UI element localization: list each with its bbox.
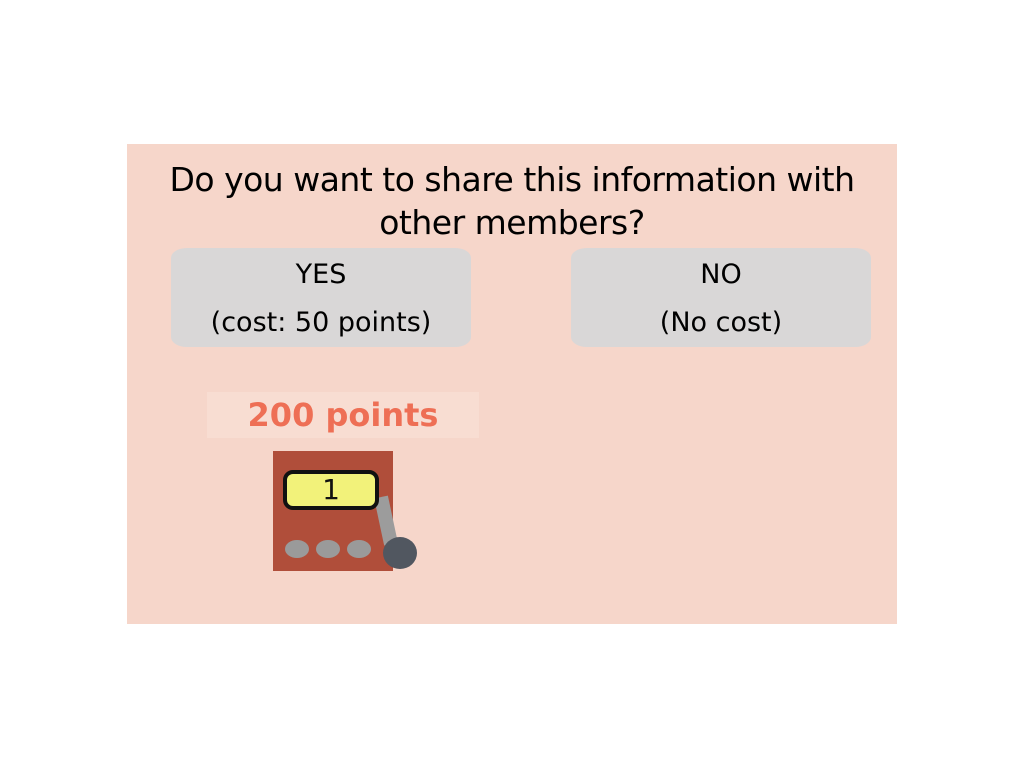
- share-question: Do you want to share this information wi…: [169, 160, 855, 242]
- yes-button-label: YES: [295, 259, 347, 290]
- points-text: 200 points: [247, 396, 439, 434]
- slot-machine-button: [285, 540, 309, 558]
- yes-button-cost: (cost: 50 points): [210, 307, 432, 338]
- slot-machine-icon: 1: [271, 448, 427, 573]
- slot-machine-knob: [383, 537, 417, 569]
- points-display: 200 points: [207, 392, 479, 438]
- no-button-cost: (No cost): [659, 307, 783, 338]
- share-dialog-panel: Do you want to share this information wi…: [127, 144, 897, 624]
- slot-machine-button: [347, 540, 371, 558]
- yes-button[interactable]: YES (cost: 50 points): [171, 248, 471, 347]
- slot-machine-button: [316, 540, 340, 558]
- no-button-label: NO: [700, 259, 742, 290]
- no-button[interactable]: NO (No cost): [571, 248, 871, 347]
- slot-machine-window: 1: [283, 470, 379, 510]
